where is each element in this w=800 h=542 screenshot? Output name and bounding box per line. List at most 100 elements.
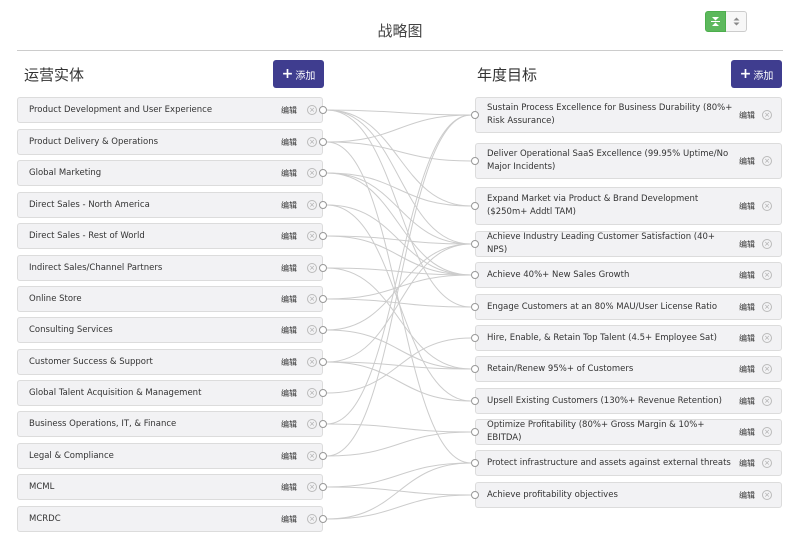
edit-link[interactable]: 编辑 [739, 396, 755, 407]
remove-icon[interactable]: × [762, 396, 772, 406]
remove-icon[interactable]: × [762, 270, 772, 280]
connector-port[interactable] [471, 303, 479, 311]
edit-link[interactable]: 编辑 [739, 110, 755, 121]
entity-card[interactable]: Direct Sales - North America 编辑 × [17, 192, 323, 218]
remove-icon[interactable]: × [307, 514, 317, 524]
remove-icon[interactable]: × [307, 137, 317, 147]
remove-icon[interactable]: × [307, 357, 317, 367]
remove-icon[interactable]: × [762, 333, 772, 343]
goal-card[interactable]: Retain/Renew 95%+ of Customers 编辑 × [475, 356, 782, 382]
connector-port[interactable] [471, 202, 479, 210]
goal-card[interactable]: Expand Market via Product & Brand Develo… [475, 187, 782, 225]
connector-port[interactable] [319, 452, 327, 460]
goal-card[interactable]: Achieve 40%+ New Sales Growth 编辑 × [475, 262, 782, 288]
entity-card[interactable]: Online Store 编辑 × [17, 286, 323, 312]
edit-link[interactable]: 编辑 [281, 294, 297, 305]
connector-port[interactable] [471, 240, 479, 248]
goal-card[interactable]: Engage Customers at an 80% MAU/User Lice… [475, 294, 782, 320]
edit-link[interactable]: 编辑 [739, 364, 755, 375]
edit-link[interactable]: 编辑 [281, 168, 297, 179]
goal-card[interactable]: Deliver Operational SaaS Excellence (99.… [475, 143, 782, 179]
remove-icon[interactable]: × [307, 231, 317, 241]
connector-port[interactable] [319, 138, 327, 146]
goal-card[interactable]: Sustain Process Excellence for Business … [475, 97, 782, 133]
remove-icon[interactable]: × [762, 364, 772, 374]
remove-icon[interactable]: × [307, 451, 317, 461]
edit-link[interactable]: 编辑 [281, 200, 297, 211]
edit-link[interactable]: 编辑 [281, 482, 297, 493]
entity-card[interactable]: Product Development and User Experience 编… [17, 97, 323, 123]
entity-card[interactable]: Customer Success & Support 编辑 × [17, 349, 323, 375]
connector-port[interactable] [471, 157, 479, 165]
remove-icon[interactable]: × [762, 201, 772, 211]
connector-port[interactable] [319, 295, 327, 303]
edit-link[interactable]: 编辑 [739, 333, 755, 344]
edit-link[interactable]: 编辑 [281, 419, 297, 430]
remove-icon[interactable]: × [307, 200, 317, 210]
remove-icon[interactable]: × [762, 239, 772, 249]
edit-link[interactable]: 编辑 [739, 458, 755, 469]
goal-card[interactable]: Achieve Industry Leading Customer Satisf… [475, 231, 782, 257]
edit-link[interactable]: 编辑 [281, 388, 297, 399]
connector-port[interactable] [471, 334, 479, 342]
edit-link[interactable]: 编辑 [739, 156, 755, 167]
connector-port[interactable] [471, 428, 479, 436]
goal-card[interactable]: Upsell Existing Customers (130%+ Revenue… [475, 388, 782, 414]
connector-port[interactable] [471, 397, 479, 405]
edit-link[interactable]: 编辑 [281, 325, 297, 336]
remove-icon[interactable]: × [762, 110, 772, 120]
edit-link[interactable]: 编辑 [739, 490, 755, 501]
edit-link[interactable]: 编辑 [739, 201, 755, 212]
connector-port[interactable] [319, 358, 327, 366]
goal-card[interactable]: Protect infrastructure and assets agains… [475, 450, 782, 476]
remove-icon[interactable]: × [307, 294, 317, 304]
entity-card[interactable]: Legal & Compliance 编辑 × [17, 443, 323, 469]
edit-link[interactable]: 编辑 [281, 105, 297, 116]
edit-link[interactable]: 编辑 [739, 302, 755, 313]
connector-port[interactable] [471, 459, 479, 467]
remove-icon[interactable]: × [762, 427, 772, 437]
connector-port[interactable] [319, 106, 327, 114]
remove-icon[interactable]: × [307, 388, 317, 398]
edit-link[interactable]: 编辑 [281, 137, 297, 148]
edit-link[interactable]: 编辑 [281, 451, 297, 462]
entity-card[interactable]: Global Talent Acquisition & Management 编辑… [17, 380, 323, 406]
edit-link[interactable]: 编辑 [281, 357, 297, 368]
remove-icon[interactable]: × [762, 156, 772, 166]
remove-icon[interactable]: × [307, 105, 317, 115]
edit-link[interactable]: 编辑 [281, 514, 297, 525]
edit-link[interactable]: 编辑 [739, 239, 755, 250]
remove-icon[interactable]: × [762, 302, 772, 312]
connector-port[interactable] [471, 111, 479, 119]
connector-port[interactable] [319, 201, 327, 209]
connector-port[interactable] [471, 271, 479, 279]
remove-icon[interactable]: × [762, 490, 772, 500]
entity-card[interactable]: Business Operations, IT, & Finance 编辑 × [17, 411, 323, 437]
entity-card[interactable]: MCML 编辑 × [17, 474, 323, 500]
remove-icon[interactable]: × [307, 419, 317, 429]
connector-port[interactable] [319, 232, 327, 240]
connector-port[interactable] [319, 515, 327, 523]
goal-card[interactable]: Achieve profitability objectives 编辑 × [475, 482, 782, 508]
entity-card[interactable]: Product Delivery & Operations 编辑 × [17, 129, 323, 155]
connector-port[interactable] [319, 169, 327, 177]
edit-link[interactable]: 编辑 [281, 231, 297, 242]
edit-link[interactable]: 编辑 [281, 263, 297, 274]
remove-icon[interactable]: × [762, 458, 772, 468]
goal-card[interactable]: Optimize Profitability (80%+ Gross Margi… [475, 419, 782, 445]
connector-port[interactable] [319, 389, 327, 397]
remove-icon[interactable]: × [307, 482, 317, 492]
remove-icon[interactable]: × [307, 263, 317, 273]
entity-card[interactable]: MCRDC 编辑 × [17, 506, 323, 532]
edit-link[interactable]: 编辑 [739, 270, 755, 281]
connector-port[interactable] [319, 264, 327, 272]
connector-port[interactable] [471, 365, 479, 373]
entity-card[interactable]: Global Marketing 编辑 × [17, 160, 323, 186]
connector-port[interactable] [319, 326, 327, 334]
entity-card[interactable]: Consulting Services 编辑 × [17, 317, 323, 343]
goal-card[interactable]: Hire, Enable, & Retain Top Talent (4.5+ … [475, 325, 782, 351]
connector-port[interactable] [471, 491, 479, 499]
connector-port[interactable] [319, 420, 327, 428]
edit-link[interactable]: 编辑 [739, 427, 755, 438]
remove-icon[interactable]: × [307, 325, 317, 335]
